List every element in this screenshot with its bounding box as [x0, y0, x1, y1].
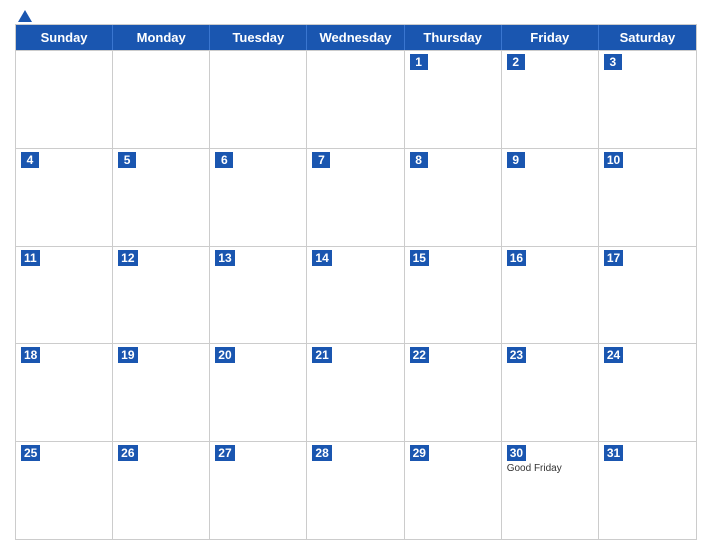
day-number: 31	[604, 445, 623, 461]
day-cell	[307, 51, 404, 148]
day-cell: 11	[16, 247, 113, 344]
logo	[15, 10, 32, 23]
day-cell: 25	[16, 442, 113, 539]
week-row-1: 1 2 3	[16, 50, 696, 148]
calendar-weeks: 1234567891011121314151617181920212223242…	[16, 50, 696, 539]
day-cell: 13	[210, 247, 307, 344]
day-number: 17	[604, 250, 623, 266]
day-number: 11	[21, 250, 40, 266]
day-cell: 1	[405, 51, 502, 148]
day-cell: 10	[599, 149, 696, 246]
day-number: 27	[215, 445, 234, 461]
event-label: Good Friday	[507, 463, 593, 474]
day-cell: 6	[210, 149, 307, 246]
day-number: 26	[118, 445, 137, 461]
day-cell: 14	[307, 247, 404, 344]
day-number: 13	[215, 250, 234, 266]
day-cell: 7	[307, 149, 404, 246]
day-cell: 26	[113, 442, 210, 539]
day-cell	[113, 51, 210, 148]
day-cell: 16	[502, 247, 599, 344]
day-headers-row: SundayMondayTuesdayWednesdayThursdayFrid…	[16, 25, 696, 50]
day-cell: 20	[210, 344, 307, 441]
day-cell: 8	[405, 149, 502, 246]
day-header-sunday: Sunday	[16, 25, 113, 50]
day-number: 14	[312, 250, 331, 266]
day-number: 23	[507, 347, 526, 363]
day-number: 10	[604, 152, 623, 168]
calendar-header	[15, 10, 697, 18]
day-cell: 2	[502, 51, 599, 148]
day-number	[215, 54, 233, 56]
day-cell: 21	[307, 344, 404, 441]
day-header-monday: Monday	[113, 25, 210, 50]
day-cell: 9	[502, 149, 599, 246]
day-number	[312, 54, 330, 56]
day-cell: 24	[599, 344, 696, 441]
day-number: 12	[118, 250, 137, 266]
calendar-page: SundayMondayTuesdayWednesdayThursdayFrid…	[0, 0, 712, 550]
day-number: 5	[118, 152, 136, 168]
day-number: 2	[507, 54, 525, 70]
day-cell: 29	[405, 442, 502, 539]
day-cell: 12	[113, 247, 210, 344]
day-number: 28	[312, 445, 331, 461]
week-row-4: 18 19 20 21 22 23 24	[16, 343, 696, 441]
day-header-saturday: Saturday	[599, 25, 696, 50]
day-number: 15	[410, 250, 429, 266]
day-cell: 5	[113, 149, 210, 246]
day-number: 25	[21, 445, 40, 461]
day-cell: 18	[16, 344, 113, 441]
day-number: 21	[312, 347, 331, 363]
day-number	[21, 54, 39, 56]
day-number: 7	[312, 152, 330, 168]
day-number: 1	[410, 54, 428, 70]
day-number: 29	[410, 445, 429, 461]
day-number: 19	[118, 347, 137, 363]
day-cell: 27	[210, 442, 307, 539]
day-cell	[16, 51, 113, 148]
day-cell: 4	[16, 149, 113, 246]
day-header-thursday: Thursday	[405, 25, 502, 50]
day-number: 24	[604, 347, 623, 363]
logo-triangle-icon	[18, 10, 32, 22]
day-cell: 3	[599, 51, 696, 148]
day-cell: 15	[405, 247, 502, 344]
day-number: 6	[215, 152, 233, 168]
day-number: 16	[507, 250, 526, 266]
day-cell: 19	[113, 344, 210, 441]
day-number: 4	[21, 152, 39, 168]
day-cell	[210, 51, 307, 148]
week-row-5: 25 26 27 28 29 30 Good Friday 31	[16, 441, 696, 539]
day-header-wednesday: Wednesday	[307, 25, 404, 50]
day-header-friday: Friday	[502, 25, 599, 50]
day-header-tuesday: Tuesday	[210, 25, 307, 50]
week-row-2: 4 5 6 7 8 9 10	[16, 148, 696, 246]
logo-blue-text	[15, 10, 32, 23]
day-number: 8	[410, 152, 428, 168]
day-number: 9	[507, 152, 525, 168]
day-cell: 31	[599, 442, 696, 539]
day-number: 30	[507, 445, 526, 461]
day-number: 20	[215, 347, 234, 363]
day-number: 18	[21, 347, 40, 363]
day-cell: 28	[307, 442, 404, 539]
day-number	[118, 54, 136, 56]
day-number: 22	[410, 347, 429, 363]
day-number: 3	[604, 54, 622, 70]
day-cell: 23	[502, 344, 599, 441]
day-cell: 17	[599, 247, 696, 344]
week-row-3: 11 12 13 14 15 16 17	[16, 246, 696, 344]
day-cell: 30 Good Friday	[502, 442, 599, 539]
calendar-grid: SundayMondayTuesdayWednesdayThursdayFrid…	[15, 24, 697, 540]
day-cell: 22	[405, 344, 502, 441]
